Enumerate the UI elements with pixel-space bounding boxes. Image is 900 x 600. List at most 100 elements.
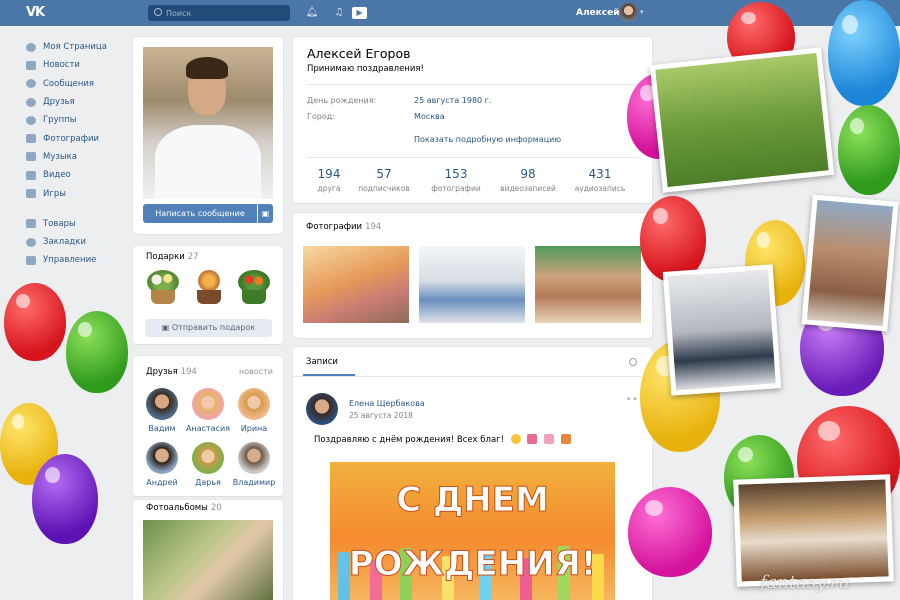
photos-count: 194: [365, 222, 382, 232]
counter-videos[interactable]: 98 видеозаписей: [498, 167, 558, 193]
gift-bouquet[interactable]: [236, 268, 272, 308]
counter-friends[interactable]: 194 друга: [299, 167, 359, 193]
photo-thumb-friends[interactable]: [303, 246, 409, 323]
friends-news-link[interactable]: новости: [239, 367, 273, 376]
music-note-icon[interactable]: ♫: [332, 6, 346, 20]
albums-header[interactable]: Фотоальбомы 20: [146, 503, 222, 513]
birthday-value[interactable]: 25 августа 1980 г.: [414, 96, 491, 105]
friends-header[interactable]: Друзья 194: [146, 367, 197, 377]
tab-posts[interactable]: Записи: [306, 357, 338, 367]
nav-label: Друзья: [43, 97, 75, 108]
chevron-down-icon[interactable]: ▾: [640, 8, 644, 16]
city-value[interactable]: Москва: [414, 112, 445, 121]
photo-thumb-laptop[interactable]: [419, 246, 525, 323]
nav-item-goods[interactable]: Товары: [26, 215, 136, 233]
gift-cake[interactable]: [191, 268, 227, 308]
post-date[interactable]: 25 августа 2018: [349, 411, 413, 420]
divider: [307, 157, 638, 158]
photo-thumb-beach[interactable]: [535, 246, 641, 323]
star-icon: [26, 237, 36, 247]
photos-header[interactable]: Фотографии 194: [306, 222, 381, 232]
gift-small-icon: ▣: [161, 323, 172, 332]
post-author-avatar[interactable]: [306, 393, 338, 425]
friend-item[interactable]: Вадим: [139, 388, 185, 433]
friend-avatar: [192, 388, 224, 420]
gift-icon[interactable]: ▣: [258, 204, 273, 223]
send-gift-label: Отправить подарок: [171, 323, 256, 332]
nav-item-video[interactable]: Видео: [26, 166, 136, 184]
camera-icon: [26, 134, 36, 144]
profile-name: Алексей Егоров: [307, 46, 411, 61]
friend-item[interactable]: Анастасия: [185, 388, 231, 433]
counter-number: 153: [444, 167, 468, 181]
nav-item-photos[interactable]: Фотографии: [26, 129, 136, 147]
wall-search-icon[interactable]: [629, 358, 637, 366]
counter-number: 98: [520, 167, 536, 181]
smile-emoji-icon: [510, 434, 521, 444]
profile-info-card: Алексей Егоров Принимаю поздравления! Де…: [293, 37, 652, 203]
post-image-text-line1: С ДНЕМ: [396, 480, 550, 521]
red-balloon: [4, 283, 66, 361]
post-author[interactable]: Елена Щербакова: [349, 399, 425, 408]
nav-item-my-page[interactable]: Моя Страница: [26, 38, 136, 56]
send-gift-button[interactable]: ▣ Отправить подарок: [145, 319, 272, 337]
show-more-info-link[interactable]: Показать подробную информацию: [414, 135, 561, 144]
friend-avatar: [146, 442, 178, 474]
nav-label: Закладки: [43, 237, 86, 248]
gift-vase: [242, 290, 266, 304]
profile-photo[interactable]: [143, 47, 273, 199]
send-message-button[interactable]: Написать сообщение: [143, 204, 257, 223]
counter-audio[interactable]: 431 аудиозапись: [570, 167, 630, 193]
collage-photo-couple: [801, 194, 899, 332]
search-input[interactable]: [166, 5, 286, 21]
profile-status[interactable]: Принимаю поздравления!: [307, 64, 424, 74]
vk-logo[interactable]: VK: [26, 4, 48, 21]
friend-item[interactable]: Ирина: [231, 388, 277, 433]
cake-emoji-icon: [544, 434, 555, 444]
friend-item[interactable]: Андрей: [139, 442, 185, 487]
gift-flower-basket[interactable]: [145, 268, 181, 308]
nav-label: Моя Страница: [43, 42, 107, 53]
nav-item-music[interactable]: Музыка: [26, 148, 136, 166]
nav-item-games[interactable]: Игры: [26, 184, 136, 202]
friend-avatar: [238, 388, 270, 420]
nav-item-bookmarks[interactable]: Закладки: [26, 233, 136, 251]
nav-label: Товары: [43, 218, 76, 229]
friend-avatar: [146, 388, 178, 420]
bell-icon[interactable]: 🔔︎: [305, 6, 319, 20]
play-icon[interactable]: ▶: [352, 7, 367, 19]
counter-label: аудиозапись: [574, 184, 626, 193]
search-icon: [154, 8, 162, 16]
header-user-name[interactable]: Алексей: [576, 8, 620, 18]
friend-avatar: [192, 442, 224, 474]
news-icon: [26, 60, 36, 70]
friends-icon: [26, 97, 36, 107]
post-image[interactable]: С ДНЕМ РОЖДЕНИЯ!: [330, 462, 615, 600]
search-box[interactable]: [148, 5, 290, 21]
party-popper-icon: [527, 434, 538, 444]
friend-name: Ирина: [240, 424, 268, 433]
birthday-label: День рождения:: [307, 96, 377, 105]
gift-emoji-icon: [560, 434, 571, 444]
gamepad-icon: [26, 189, 36, 199]
blue-balloon: [828, 0, 900, 106]
nav-label: Видео: [43, 170, 71, 181]
header-avatar[interactable]: [619, 3, 638, 22]
wall-card: Записи Елена Щербакова 25 августа 2018 •…: [293, 347, 652, 600]
friend-item[interactable]: Владимир: [231, 442, 277, 487]
counter-photos[interactable]: 153 фотографии: [426, 167, 486, 193]
album-cover[interactable]: [143, 520, 273, 600]
counter-followers[interactable]: 57 подписчиков: [354, 167, 414, 193]
nav-item-messages[interactable]: Сообщения: [26, 75, 136, 93]
counter-label: подписчиков: [358, 184, 410, 193]
nav-label: Сообщения: [43, 78, 95, 89]
friend-item[interactable]: Дарья: [185, 442, 231, 487]
nav-item-manage[interactable]: Управление: [26, 251, 136, 269]
profile-photo-card: Написать сообщение ▣: [133, 37, 283, 234]
gifts-header[interactable]: Подарки 27: [146, 252, 199, 262]
nav-item-groups[interactable]: Группы: [26, 111, 136, 129]
friend-name: Дарья: [195, 478, 221, 487]
nav-item-news[interactable]: Новости: [26, 56, 136, 74]
nav-item-friends[interactable]: Друзья: [26, 93, 136, 111]
counter-number: 57: [376, 167, 392, 181]
